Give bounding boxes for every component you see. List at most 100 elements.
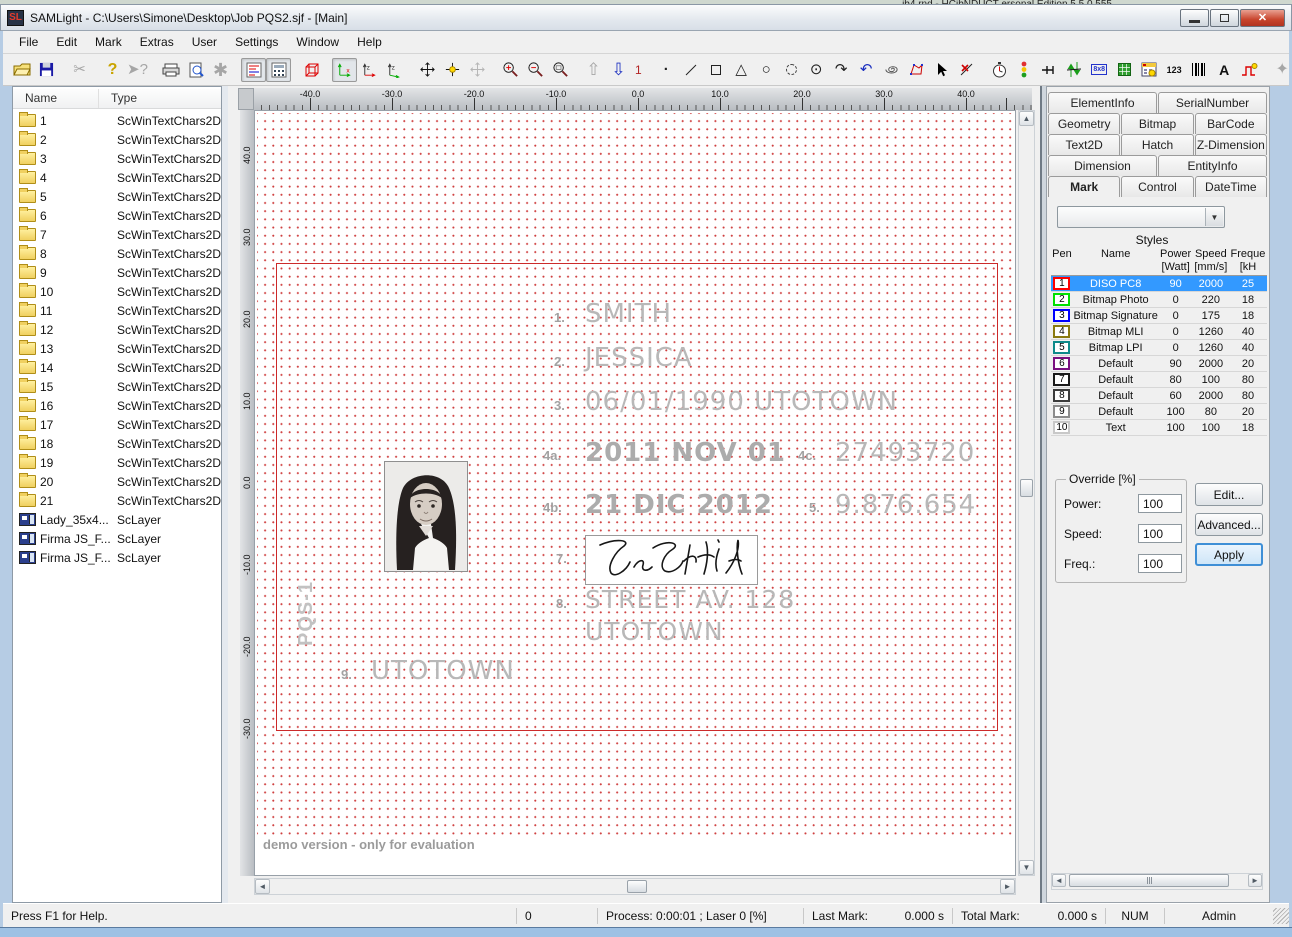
pen-row[interactable]: 7 Default 80 100 80 [1051, 372, 1267, 388]
axes-yx-icon[interactable]: x [332, 58, 357, 82]
pen-row[interactable]: 10 Text 100 100 18 [1051, 420, 1267, 436]
close-button[interactable]: ✕ [1240, 9, 1285, 27]
circle-tool-icon[interactable]: ○ [754, 58, 779, 82]
card-region-label[interactable]: PQS-1 [295, 553, 319, 673]
scroll-down-icon[interactable]: ▼ [1019, 860, 1034, 875]
axes-zy-icon[interactable]: z [382, 58, 407, 82]
point-tool-icon[interactable]: · [654, 58, 679, 82]
column-header-type[interactable]: Type [99, 89, 137, 108]
list-item[interactable]: 4 ScWinTextChars2D [13, 168, 221, 187]
menu-file[interactable]: File [11, 32, 46, 52]
zoom-out-icon[interactable] [523, 58, 548, 82]
line-tool-icon[interactable] [679, 58, 704, 82]
tab[interactable]: Hatch [1121, 134, 1193, 155]
card-text-doc-number[interactable]: 27493720 [835, 438, 975, 468]
list-item[interactable]: 3 ScWinTextChars2D [13, 149, 221, 168]
header-power[interactable]: Power[Watt] [1158, 247, 1192, 276]
horizontal-scrollbar[interactable]: ◄ ► [254, 878, 1016, 895]
node-edit-icon[interactable] [954, 58, 979, 82]
edit-button[interactable]: Edit... [1195, 483, 1263, 506]
menu-extras[interactable]: Extras [132, 32, 182, 52]
list-item[interactable]: 12 ScWinTextChars2D [13, 320, 221, 339]
panel-scroll-thumb[interactable] [1069, 874, 1229, 887]
list-item[interactable]: 9 ScWinTextChars2D [13, 263, 221, 282]
design-canvas[interactable]: 1. SMITH 2. JESSICA 3. 06/01/1990 UTOTOW… [254, 110, 1016, 876]
text-tool-icon[interactable]: A [1212, 58, 1237, 82]
style-select-dropdown[interactable]: ▼ [1057, 206, 1225, 228]
tab[interactable]: Z-Dimension [1195, 134, 1267, 155]
menu-window[interactable]: Window [288, 32, 347, 52]
tab[interactable]: DateTime [1195, 176, 1267, 197]
panel-horizontal-scrollbar[interactable]: ◄ ► [1051, 873, 1263, 890]
card-text-street[interactable]: STREET AV. 128 [585, 585, 795, 614]
entity-list-toggle-icon[interactable] [241, 58, 266, 82]
card-text-surname[interactable]: SMITH [585, 299, 672, 329]
datetime-stamp-icon[interactable] [1137, 58, 1162, 82]
menu-edit[interactable]: Edit [48, 32, 85, 52]
scroll-right-icon[interactable]: ► [1248, 874, 1262, 887]
vertical-scrollbar[interactable]: ▲ ▼ [1018, 110, 1035, 876]
correction-8x8-icon[interactable]: 8x8 [1087, 58, 1112, 82]
pen-row[interactable]: 1 DISO PC8 90 2000 25 [1051, 276, 1267, 292]
list-item[interactable]: 18 ScWinTextChars2D [13, 434, 221, 453]
hatch-tool-icon[interactable] [1112, 58, 1137, 82]
header-freq[interactable]: Freque[kH [1229, 247, 1267, 276]
open-icon[interactable] [9, 58, 34, 82]
menu-settings[interactable]: Settings [227, 32, 286, 52]
pen-row[interactable]: 8 Default 60 2000 80 [1051, 388, 1267, 404]
triangle-tool-icon[interactable]: △ [729, 58, 754, 82]
axes-zx-icon[interactable]: z [357, 58, 382, 82]
list-item[interactable]: 8 ScWinTextChars2D [13, 244, 221, 263]
list-item[interactable]: 2 ScWinTextChars2D [13, 130, 221, 149]
menu-help[interactable]: Help [349, 32, 390, 52]
pen-row[interactable]: 5 Bitmap LPI 0 1260 40 [1051, 340, 1267, 356]
tab[interactable]: ElementInfo [1048, 92, 1157, 113]
polygon-tool-icon[interactable] [904, 58, 929, 82]
column-header-name[interactable]: Name [13, 89, 99, 108]
tab[interactable]: BarCode [1195, 113, 1267, 134]
list-item[interactable]: 13 ScWinTextChars2D [13, 339, 221, 358]
print-icon[interactable] [158, 58, 183, 82]
list-item[interactable]: 11 ScWinTextChars2D [13, 301, 221, 320]
beam-control-icon[interactable] [1012, 58, 1037, 82]
header-name[interactable]: Name [1073, 247, 1159, 276]
list-item[interactable]: 14 ScWinTextChars2D [13, 358, 221, 377]
print-preview-icon[interactable] [183, 58, 208, 82]
vertical-scroll-thumb[interactable] [1020, 479, 1033, 497]
io-signal-icon[interactable] [1037, 58, 1062, 82]
list-item[interactable]: 1 ScWinTextChars2D [13, 111, 221, 130]
ellipse-tool-icon[interactable] [779, 58, 804, 82]
help-icon[interactable]: ? [100, 58, 125, 82]
power-override-input[interactable] [1138, 494, 1182, 513]
freq-override-input[interactable] [1138, 554, 1182, 573]
menu-user[interactable]: User [184, 32, 225, 52]
arc-point-tool-icon[interactable]: ↶ [854, 58, 879, 82]
list-item[interactable]: Firma JS_F... ScLayer [13, 548, 221, 567]
portrait-photo[interactable] [384, 461, 468, 572]
rectangle-tool-icon[interactable] [704, 58, 729, 82]
header-speed[interactable]: Speed[mm/s] [1193, 247, 1229, 276]
scroll-up-icon[interactable]: ▲ [1019, 111, 1034, 126]
serial-number-icon[interactable]: 123 [1162, 58, 1187, 82]
tab[interactable]: Text2D [1048, 134, 1120, 155]
tab[interactable]: SerialNumber [1158, 92, 1267, 113]
signature-image[interactable] [585, 535, 758, 585]
barcode-tool-icon[interactable] [1187, 58, 1212, 82]
chevron-down-icon[interactable]: ▼ [1205, 208, 1223, 226]
zoom-window-icon[interactable] [548, 58, 573, 82]
tab[interactable]: Control [1121, 176, 1193, 197]
list-item[interactable]: 17 ScWinTextChars2D [13, 415, 221, 434]
mark-dialog-toggle-icon[interactable] [266, 58, 291, 82]
card-text-street-city[interactable]: UTOTOWN [585, 617, 724, 646]
scroll-right-icon[interactable]: ► [1000, 879, 1015, 894]
spiral-tool-icon[interactable] [879, 58, 904, 82]
select-cursor-icon[interactable] [929, 58, 954, 82]
scroll-left-icon[interactable]: ◄ [1052, 874, 1066, 887]
tab[interactable]: Geometry [1048, 113, 1120, 134]
zoom-in-icon[interactable] [498, 58, 523, 82]
pen-row[interactable]: 9 Default 100 80 20 [1051, 404, 1267, 420]
apply-button[interactable]: Apply [1195, 543, 1263, 566]
list-item[interactable]: Firma JS_F... ScLayer [13, 529, 221, 548]
card-text-name[interactable]: JESSICA [585, 343, 693, 373]
list-item[interactable]: 21 ScWinTextChars2D [13, 491, 221, 510]
